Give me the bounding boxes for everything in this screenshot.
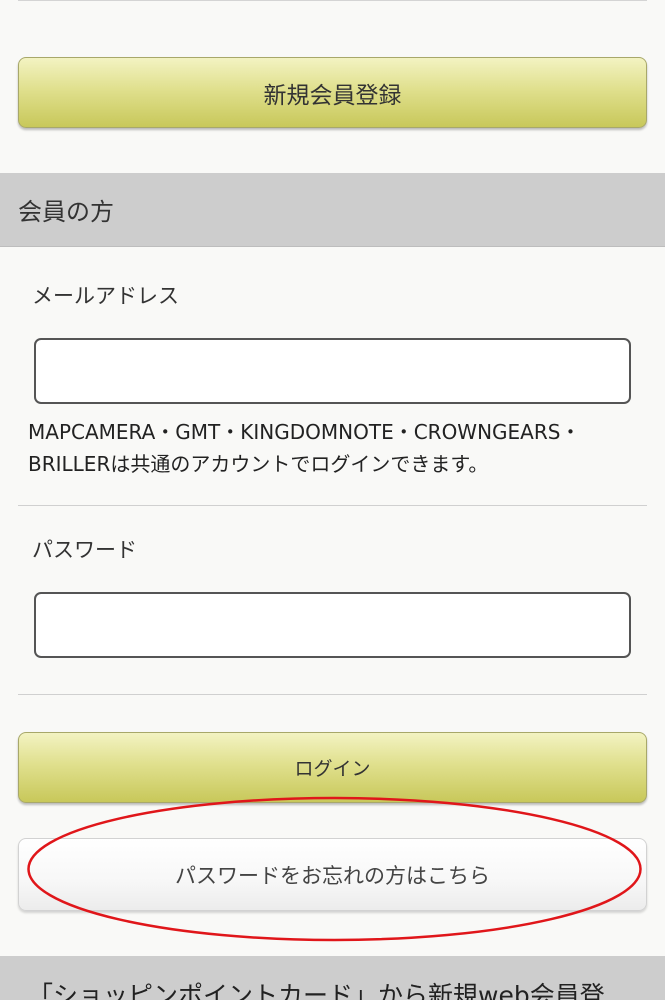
forgot-password-label: パスワードをお忘れの方はこちら <box>175 863 490 888</box>
shopping-point-card-text: 「ショッピンポイントカード」から新規web会員登 <box>28 981 605 1000</box>
login-button-label: ログイン <box>294 758 371 780</box>
top-divider <box>18 0 647 1</box>
divider <box>18 505 647 506</box>
shared-account-note: MAPCAMERA・GMT・KINGDOMNOTE・CROWNGEARS・ BR… <box>28 416 648 480</box>
shopping-point-card-banner[interactable]: 「ショッピンポイントカード」から新規web会員登 <box>0 956 665 1000</box>
note-line-1: MAPCAMERA・GMT・KINGDOMNOTE・CROWNGEARS・ <box>28 420 581 444</box>
member-section-title: 会員の方 <box>18 198 114 226</box>
member-section-header: 会員の方 <box>0 173 665 247</box>
forgot-password-button[interactable]: パスワードをお忘れの方はこちら <box>18 838 647 911</box>
email-label: メールアドレス <box>32 284 179 308</box>
register-button-label: 新規会員登録 <box>263 82 402 109</box>
note-line-2: BRILLERは共通のアカウントでログインできます。 <box>28 452 489 476</box>
email-field[interactable] <box>34 338 631 404</box>
divider <box>18 694 647 695</box>
login-button[interactable]: ログイン <box>18 732 647 803</box>
register-button[interactable]: 新規会員登録 <box>18 57 647 128</box>
password-field[interactable] <box>34 592 631 658</box>
password-label: パスワード <box>32 538 137 562</box>
